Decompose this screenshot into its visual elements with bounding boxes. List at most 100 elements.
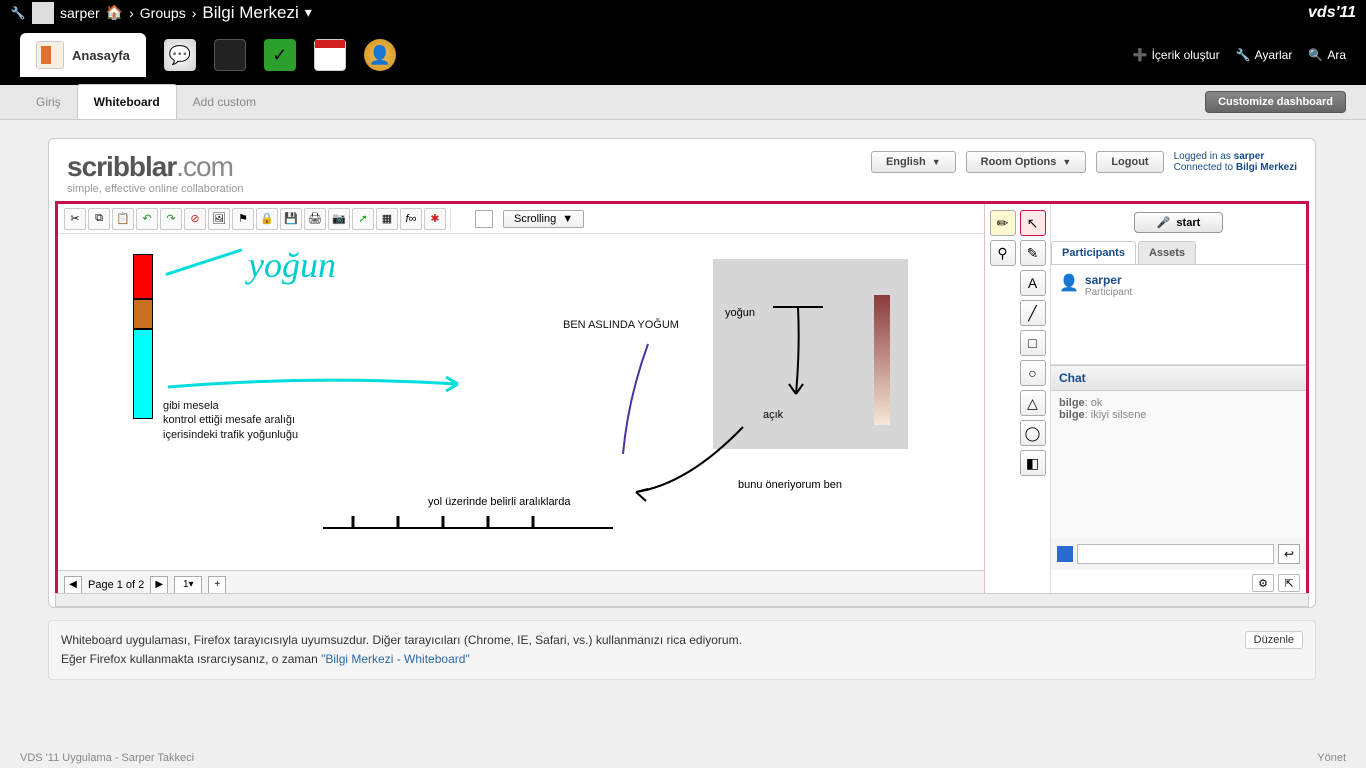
side-tabs: Participants Assets [1051,241,1306,265]
undo-icon[interactable]: ↶ [136,208,158,230]
caret-down-icon: ▼ [562,213,573,225]
tab-assets[interactable]: Assets [1138,241,1196,264]
image-icon[interactable]: 🖼 [208,208,230,230]
tab-add-custom[interactable]: Add custom [177,84,272,119]
user-badge-icon: 👤 [1059,273,1079,293]
copy-icon[interactable]: ⧉ [88,208,110,230]
sketch-line [165,248,250,301]
caret-down-icon: ▼ [932,157,941,167]
search-icon: 🔍 [1308,48,1323,62]
footer-right[interactable]: Yönet [1317,752,1346,764]
canvas-toolbar: ✂ ⧉ 📋 ↶ ↷ ⊘ 🖼 ⚑ 🔒 💾 🖨 📷 ➚ ▦ f∞ ✱ [58,204,984,234]
page-select[interactable]: 1 ▾ [174,576,202,594]
legend-bar-red [133,254,153,299]
chat-settings-icon[interactable]: ⚙ [1252,574,1274,592]
rect-tool-icon[interactable]: □ [1020,330,1046,356]
pointer-tool-icon[interactable]: ↖ [1020,210,1046,236]
start-button[interactable]: 🎤start [1134,212,1224,233]
search-button[interactable]: 🔍 Ara [1308,48,1346,62]
username[interactable]: sarper [60,5,100,21]
snapshot-icon[interactable]: 📷 [328,208,350,230]
canvas[interactable]: yoğun gibi mesela kontrol ettiği mesafe … [58,234,984,570]
chat-input[interactable] [1077,544,1274,564]
logout-button[interactable]: Logout [1096,151,1163,173]
crumb-room[interactable]: Bilgi Merkezi [202,3,298,23]
grid-icon[interactable]: ▦ [376,208,398,230]
edit-button[interactable]: Düzenle [1245,631,1303,649]
redo-icon[interactable]: ↷ [160,208,182,230]
tab-home-label: Anasayfa [72,48,130,63]
big-arrow [628,424,748,504]
customize-dashboard-button[interactable]: Customize dashboard [1205,91,1346,113]
plus-icon: ➕ [1133,48,1148,62]
notebook-icon[interactable] [214,39,246,71]
text-tool-icon[interactable]: A [1020,270,1046,296]
notice-line1: Whiteboard uygulaması, Firefox tarayıcıs… [61,631,742,650]
handwriting-text: yoğun [248,244,336,286]
notice-link[interactable]: "Bilgi Merkezi - Whiteboard" [321,652,470,666]
chat-popout-icon[interactable]: ⇱ [1278,574,1300,592]
cut-icon[interactable]: ✂ [64,208,86,230]
create-content-button[interactable]: ➕ İçerik oluştur [1133,48,1220,62]
comments-icon[interactable]: 💬 [164,39,196,71]
breadcrumb: 🔧 sarper 🏠 › Groups › Bilgi Merkezi ▾ [10,2,312,24]
delete-icon[interactable]: ⊘ [184,208,206,230]
chevron-down-icon[interactable]: ▾ [305,4,312,21]
language-dropdown[interactable]: English▼ [871,151,956,173]
ellipse-tool-icon[interactable]: ◯ [1020,420,1046,446]
scroll-mode-dropdown[interactable]: Scrolling▼ [503,210,584,228]
chat-send-button[interactable]: ↩ [1278,544,1300,564]
tool-column: ✏↖ ⚲✎ A ╱ □ ○ △ ◯ ◧ [984,204,1050,598]
wolfram-icon[interactable]: ✱ [424,208,446,230]
highlighter-tool-icon[interactable]: ✏ [990,210,1016,236]
crumb-groups[interactable]: Groups [140,5,186,21]
room-options-dropdown[interactable]: Room Options▼ [966,151,1087,173]
home-icon[interactable]: 🏠 [106,4,123,21]
page-prev-button[interactable]: ◀ [64,576,82,594]
caret-down-icon: ▼ [1062,157,1071,167]
eraser-tool-icon[interactable]: ◧ [1020,450,1046,476]
pointer-icon[interactable]: ➚ [352,208,374,230]
page-add-button[interactable]: + [208,576,226,594]
paste-icon[interactable]: 📋 [112,208,134,230]
pencil-tool-icon[interactable]: ✎ [1020,240,1046,266]
tab-participants[interactable]: Participants [1051,241,1136,264]
user-icon[interactable]: 👤 [364,39,396,71]
horizontal-scrollbar[interactable] [55,593,1309,607]
panel-arrow [768,299,828,409]
road-sketch [323,512,613,532]
print-icon[interactable]: 🖨 [304,208,326,230]
gradient-bar [874,295,890,425]
color-swatch[interactable] [475,210,493,228]
tab-home[interactable]: Anasayfa [20,33,146,77]
legend-bar-orange [133,299,153,329]
tab-whiteboard[interactable]: Whiteboard [77,84,177,119]
flag-icon[interactable]: ⚑ [232,208,254,230]
avatar[interactable] [32,2,54,24]
tab-giris[interactable]: Giriş [20,84,77,119]
stamp-tool-icon[interactable]: ⚲ [990,240,1016,266]
settings-button[interactable]: 🔧 Ayarlar [1236,48,1293,62]
formula-icon[interactable]: f∞ [400,208,422,230]
page-footer: VDS '11 Uygulama - Sarper Takkeci Yönet [20,752,1346,764]
page-next-button[interactable]: ▶ [150,576,168,594]
home-tab-icon [36,41,64,69]
save-icon[interactable]: 💾 [280,208,302,230]
cyan-arrow [163,369,473,399]
connection-status: Logged in as sarper Connected to Bilgi M… [1174,151,1297,173]
mic-icon: 🎤 [1157,216,1171,229]
circle-tool-icon[interactable]: ○ [1020,360,1046,386]
participant-name: sarper [1085,273,1132,287]
chat-message: bilge: ok [1059,397,1298,409]
top-bar: 🔧 sarper 🏠 › Groups › Bilgi Merkezi ▾ vd… [0,0,1366,25]
todo-icon[interactable]: ✓ [264,39,296,71]
whiteboard-widget: scribblar.com simple, effective online c… [48,138,1316,608]
calendar-icon[interactable] [314,39,346,71]
wb-brand: scribblar.com simple, effective online c… [67,151,244,195]
line-tool-icon[interactable]: ╱ [1020,300,1046,326]
lock-icon[interactable]: 🔒 [256,208,278,230]
chat-color-icon[interactable] [1057,546,1073,562]
canvas-center-text: BEN ASLINDA YOĞUM [563,319,679,331]
triangle-tool-icon[interactable]: △ [1020,390,1046,416]
wrench-icon[interactable]: 🔧 [10,5,26,21]
